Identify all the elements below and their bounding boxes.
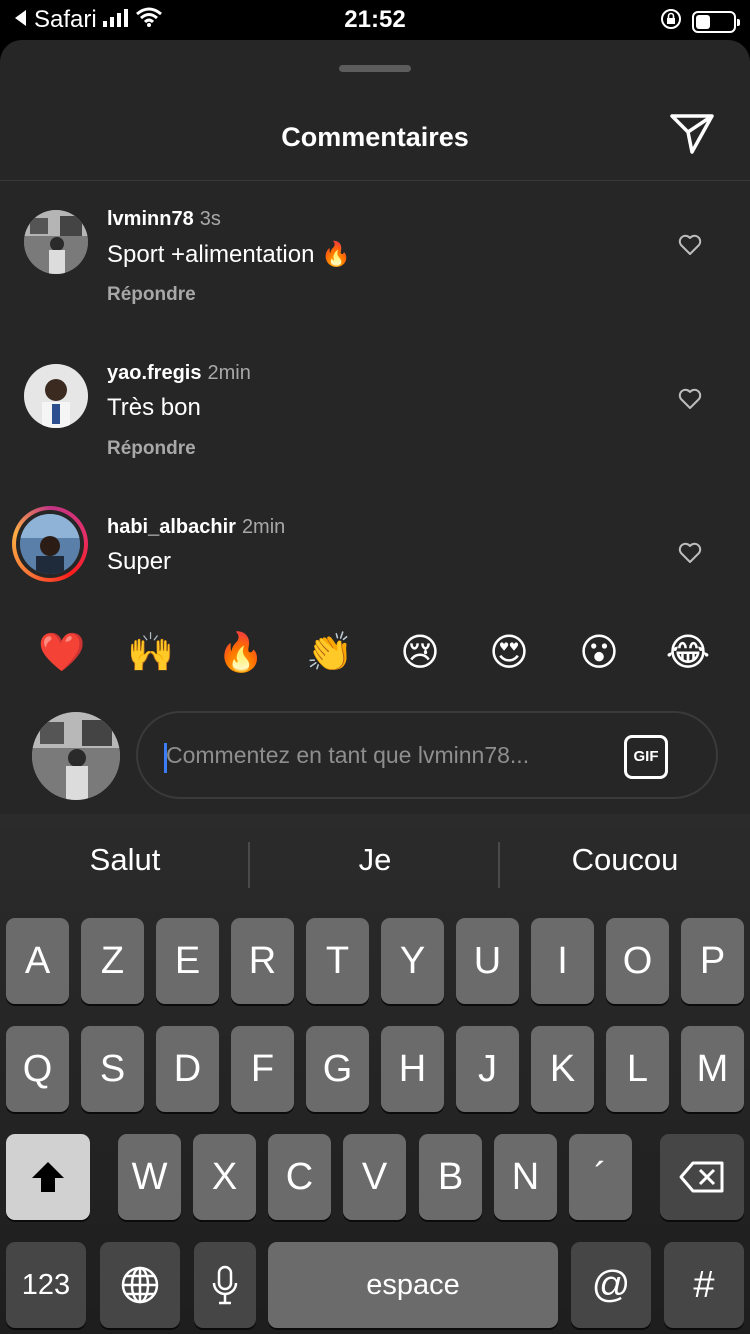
comment-item: yao.fregis 2min Très bon Répondre — [0, 334, 750, 484]
comment-time: 2min — [207, 362, 251, 384]
hash-key[interactable]: # — [664, 1242, 744, 1328]
key-c[interactable]: C — [268, 1134, 331, 1220]
numbers-key[interactable]: 123 — [6, 1242, 86, 1328]
comment-text: Super — [107, 548, 172, 575]
key-p[interactable]: P — [681, 918, 744, 1004]
key-z[interactable]: Z — [81, 918, 144, 1004]
key-d[interactable]: D — [156, 1026, 219, 1112]
shift-key[interactable] — [6, 1134, 90, 1220]
heart-icon[interactable] — [678, 542, 702, 564]
emoji-reaction-bar: ❤️ 🙌 🔥 👏 😢 😍 😮 😂 — [0, 594, 750, 704]
gif-button[interactable]: GIF — [624, 735, 668, 779]
space-key[interactable]: espace — [268, 1242, 558, 1328]
key-n[interactable]: N — [494, 1134, 557, 1220]
status-bar: Safari 21:52 — [0, 0, 750, 40]
key-r[interactable]: R — [231, 918, 294, 1004]
comment-username[interactable]: lvminn78 3s — [107, 208, 221, 231]
comment-time: 3s — [199, 208, 221, 230]
backspace-icon — [679, 1161, 724, 1193]
clock: 21:52 — [344, 6, 406, 33]
key-t[interactable]: T — [306, 918, 369, 1004]
comment-input-placeholder: Commentez en tant que lvminn78... — [166, 742, 530, 768]
key-i[interactable]: I — [531, 918, 594, 1004]
raising-hands-emoji[interactable]: 🙌 — [127, 628, 175, 676]
comment-username[interactable]: habi_albachir 2min — [107, 516, 285, 539]
comments-sheet: Commentaires lvminn78 3s Sport +alimentat… — [0, 40, 750, 814]
suggestion-2[interactable]: Je — [250, 842, 500, 878]
key-l[interactable]: L — [606, 1026, 669, 1112]
surprised-face-emoji[interactable]: 😮 — [575, 628, 623, 676]
key-w[interactable]: W — [118, 1134, 181, 1220]
globe-key[interactable] — [100, 1242, 180, 1328]
keyboard: Salut Je Coucou A Z E R T Y U I O P Q S … — [0, 814, 750, 1334]
heart-icon[interactable] — [678, 388, 702, 410]
comment-composer: Commentez en tant que lvminn78... GIF — [0, 704, 750, 814]
key-s[interactable]: S — [81, 1026, 144, 1112]
key-g[interactable]: G — [306, 1026, 369, 1112]
sheet-grabber[interactable] — [339, 65, 411, 72]
key-o[interactable]: O — [606, 918, 669, 1004]
dictation-key[interactable] — [194, 1242, 256, 1328]
key-v[interactable]: V — [343, 1134, 406, 1220]
sheet-title: Commentaires — [281, 122, 469, 152]
share-send-icon[interactable] — [668, 112, 716, 156]
key-u[interactable]: U — [456, 918, 519, 1004]
orientation-lock-icon — [660, 8, 682, 35]
key-q[interactable]: Q — [6, 1026, 69, 1112]
story-ring-avatar[interactable] — [12, 506, 88, 582]
key-m[interactable]: M — [681, 1026, 744, 1112]
avatar[interactable] — [24, 364, 88, 428]
comment-input[interactable]: Commentez en tant que lvminn78... GIF — [136, 711, 718, 799]
heart-eyes-emoji[interactable]: 😍 — [485, 628, 533, 676]
key-j[interactable]: J — [456, 1026, 519, 1112]
shift-arrow-icon — [32, 1162, 64, 1192]
comment-item: habi_albachir 2min Super — [0, 488, 750, 594]
predictive-bar: Salut Je Coucou — [0, 814, 750, 914]
key-acute-accent[interactable]: ´ — [569, 1134, 632, 1220]
key-h[interactable]: H — [381, 1026, 444, 1112]
crying-face-emoji[interactable]: 😢 — [396, 628, 444, 676]
key-b[interactable]: B — [419, 1134, 482, 1220]
own-avatar — [32, 712, 120, 800]
comment-text: Sport +alimentation 🔥 — [107, 241, 352, 268]
key-e[interactable]: E — [156, 918, 219, 1004]
battery-icon — [692, 10, 740, 33]
comment-time: 2min — [241, 516, 286, 538]
red-heart-emoji[interactable]: ❤️ — [38, 628, 86, 676]
avatar[interactable] — [24, 210, 88, 274]
key-y[interactable]: Y — [381, 918, 444, 1004]
comment-text: Très bon — [107, 394, 201, 421]
key-a[interactable]: A — [6, 918, 69, 1004]
at-key[interactable]: @ — [571, 1242, 651, 1328]
tears-of-joy-emoji[interactable]: 😂 — [664, 628, 712, 676]
globe-icon — [121, 1266, 159, 1304]
clapping-hands-emoji[interactable]: 👏 — [306, 628, 354, 676]
key-f[interactable]: F — [231, 1026, 294, 1112]
comment-username[interactable]: yao.fregis 2min — [107, 362, 251, 385]
key-x[interactable]: X — [193, 1134, 256, 1220]
fire-emoji[interactable]: 🔥 — [217, 628, 265, 676]
backspace-key[interactable] — [660, 1134, 744, 1220]
suggestion-1[interactable]: Salut — [0, 842, 250, 878]
comment-item: lvminn78 3s Sport +alimentation 🔥 Répondr… — [0, 180, 750, 330]
reply-button[interactable]: Répondre — [107, 438, 196, 460]
microphone-icon — [212, 1265, 238, 1305]
heart-icon[interactable] — [678, 234, 702, 256]
reply-button[interactable]: Répondre — [107, 284, 196, 306]
suggestion-3[interactable]: Coucou — [500, 842, 750, 878]
key-k[interactable]: K — [531, 1026, 594, 1112]
